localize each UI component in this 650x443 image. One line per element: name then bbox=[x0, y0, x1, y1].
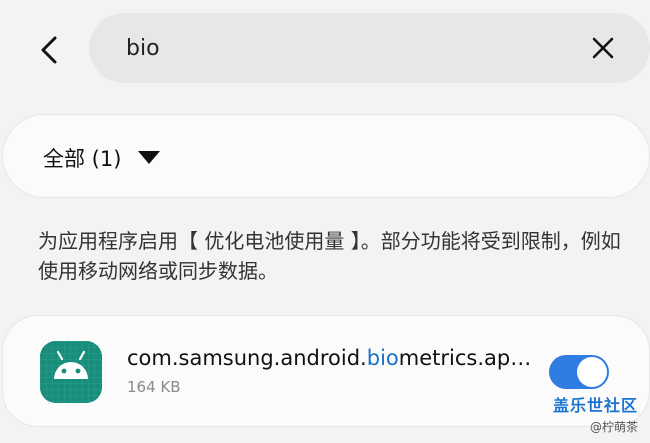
search-toolbar bbox=[0, 0, 650, 96]
toggle-knob bbox=[577, 357, 607, 387]
app-filter-dropdown[interactable]: 全部 (1) bbox=[2, 114, 650, 198]
battery-optimization-toggle[interactable] bbox=[549, 355, 609, 389]
clear-search-button[interactable] bbox=[579, 24, 627, 72]
app-name-suffix: metrics.ap… bbox=[398, 346, 532, 370]
app-size: 164 KB bbox=[127, 378, 181, 396]
search-input[interactable] bbox=[126, 13, 566, 83]
search-bar[interactable] bbox=[89, 13, 650, 83]
back-button[interactable] bbox=[26, 26, 74, 74]
app-name-prefix: com.samsung.android. bbox=[127, 346, 367, 370]
watermark-brand: 盖乐世社区 bbox=[552, 396, 638, 415]
filter-label: 全部 (1) bbox=[43, 147, 122, 171]
chevron-left-icon bbox=[41, 36, 57, 64]
app-package-name: com.samsung.android.biometrics.ap… bbox=[127, 346, 541, 370]
search-match-highlight: bio bbox=[366, 346, 399, 370]
watermark-user: @柠萌茶 bbox=[589, 420, 638, 434]
watermark: 盖乐世社区 @柠萌茶 bbox=[553, 392, 638, 435]
battery-optimization-description: 为应用程序启用【 优化电池使用量 】。部分功能将受到限制，例如使用移动网络或同步… bbox=[38, 229, 621, 283]
caret-down-icon bbox=[138, 151, 160, 164]
android-icon bbox=[40, 341, 102, 403]
close-icon bbox=[592, 37, 614, 59]
